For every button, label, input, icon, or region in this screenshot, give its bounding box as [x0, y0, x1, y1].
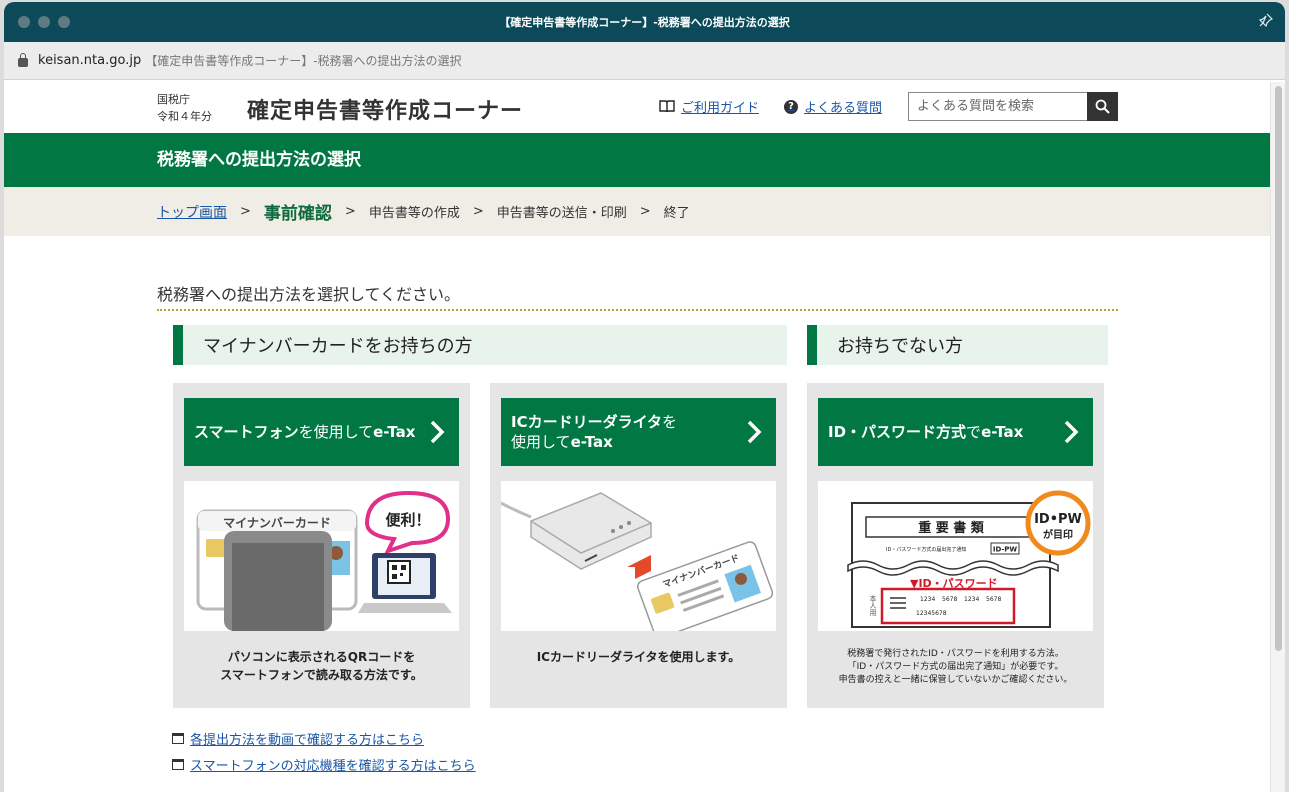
bubble-text: 便利！: [385, 511, 430, 529]
document-id-value: 5678: [986, 596, 1001, 603]
document-id-value: 5678: [942, 596, 957, 603]
video-guide-link[interactable]: 各提出方法を動画で確認する方はこちら: [172, 729, 424, 748]
zoom-window-button[interactable]: [58, 16, 70, 28]
title-bar: 【確定申告書等作成コーナー】-税務署への提出方法の選択: [4, 2, 1285, 42]
breadcrumb-separator: >: [639, 204, 651, 219]
chevron-right-icon: [430, 420, 445, 444]
button-label: スマートフォンを使用してe-Tax: [194, 423, 416, 441]
document-heading: 重 要 書 類: [918, 520, 985, 536]
breadcrumb-step: 申告書等の送信・印刷: [496, 206, 627, 221]
document-id-value: 1234: [920, 596, 935, 603]
scrollbar-thumb[interactable]: [1275, 86, 1282, 651]
dotted-divider: [157, 309, 1118, 311]
document-id-value: 12345678: [916, 610, 947, 617]
agency-name: 国税庁: [157, 93, 190, 106]
book-icon: [659, 100, 675, 113]
guide-link[interactable]: ご利用ガイド: [659, 97, 759, 116]
faq-link[interactable]: ? よくある質問: [784, 97, 882, 116]
breadcrumb-separator: >: [240, 204, 251, 219]
document-subtitle: ID・パスワード方式の届出完了通知: [886, 546, 966, 553]
ic-card-reader-etax-card: ICカードリーダライタを 使用してe-Tax マイナンバーカード ICカードリー…: [490, 383, 787, 708]
browser-window: 【確定申告書等作成コーナー】-税務署への提出方法の選択 keisan.nta.g…: [4, 2, 1285, 792]
new-window-icon: [172, 759, 184, 770]
id-password-etax-card: ID・パスワード方式でe-Tax 重 要 書 類 ID・パスワード方式の届出完了…: [807, 383, 1104, 708]
agency-info: 国税庁 令和４年分: [157, 91, 212, 125]
card-label-text: マイナンバーカード: [223, 516, 331, 530]
smartphone-etax-card: スマートフォンを使用してe-Tax マイナンバーカード 便利！ パソコンに表示さ…: [173, 383, 470, 708]
breadcrumb: トップ画面 > 事前確認 > 申告書等の作成 > 申告書等の送信・印刷 > 終了: [4, 187, 1270, 236]
section-heading-with-card: マイナンバーカードをお持ちの方: [173, 325, 787, 365]
close-window-button[interactable]: [18, 16, 30, 28]
breadcrumb-current-step: 事前確認: [263, 204, 332, 224]
section-heading-label: マイナンバーカードをお持ちの方: [203, 336, 473, 357]
breadcrumb-step: 終了: [663, 206, 690, 221]
section-accent-bar: [173, 325, 183, 365]
section-accent-bar: [807, 325, 817, 365]
tax-year: 令和４年分: [157, 110, 212, 123]
button-label: ICカードリーダライタを 使用してe-Tax: [511, 413, 678, 451]
smartphone-illustration: マイナンバーカード 便利！: [184, 481, 459, 631]
document-id-value: 1234: [964, 596, 979, 603]
site-header: 国税庁 令和４年分 確定申告書等作成コーナー ご利用ガイド ? よくある質問: [4, 82, 1270, 133]
button-label: ID・パスワード方式でe-Tax: [828, 423, 1024, 441]
ic-card-reader-etax-button[interactable]: ICカードリーダライタを 使用してe-Tax: [501, 398, 776, 466]
site-title[interactable]: 確定申告書等作成コーナー: [247, 93, 523, 125]
stamp-text: ID•PW: [1034, 512, 1082, 527]
section-heading-without-card: お持ちでない方: [807, 325, 1108, 365]
breadcrumb-separator: >: [344, 204, 356, 219]
page-heading-band: 税務署への提出方法の選択: [4, 133, 1270, 187]
minimize-window-button[interactable]: [38, 16, 50, 28]
id-password-etax-button[interactable]: ID・パスワード方式でe-Tax: [818, 398, 1093, 466]
breadcrumb-separator: >: [472, 204, 484, 219]
window-controls: [18, 16, 70, 28]
smartphone-etax-button[interactable]: スマートフォンを使用してe-Tax: [184, 398, 459, 466]
search-icon: [1095, 99, 1110, 114]
faq-search-input[interactable]: [908, 92, 1088, 121]
page-viewport: 国税庁 令和４年分 確定申告書等作成コーナー ご利用ガイド ? よくある質問 税…: [4, 82, 1270, 792]
chevron-right-icon: [1064, 420, 1079, 444]
breadcrumb-home-link[interactable]: トップ画面: [157, 202, 227, 222]
document-idpw-tag: ID-PW: [993, 546, 1018, 554]
supported-devices-link[interactable]: スマートフォンの対応機種を確認する方はこちら: [172, 755, 476, 774]
pin-icon[interactable]: [1258, 13, 1274, 31]
id-password-illustration: 重 要 書 類 ID・パスワード方式の届出完了通知 ID-PW ▼ID・パスワー…: [818, 481, 1093, 631]
chevron-right-icon: [747, 420, 762, 444]
smartphone-description: パソコンに表示されるQRコードを スマートフォンで読み取る方法です。: [220, 650, 423, 682]
new-window-icon: [172, 733, 184, 744]
instruction-text: 税務署への提出方法を選択してください。: [157, 285, 461, 304]
address-bar[interactable]: keisan.nta.go.jp 【確定申告書等作成コーナー】-税務署への提出方…: [4, 42, 1285, 80]
id-password-description: 税務署で発行されたID・パスワードを利用する方法。 「ID・パスワード方式の届出…: [838, 649, 1073, 685]
url-page-title: 【確定申告書等作成コーナー】-税務署への提出方法の選択: [145, 54, 462, 68]
document-vertical-label: 本人用: [869, 594, 877, 617]
lock-icon: [18, 53, 28, 67]
vertical-scrollbar[interactable]: [1270, 82, 1285, 792]
faq-link-label: よくある質問: [804, 101, 883, 116]
guide-link-label: ご利用ガイド: [681, 101, 760, 116]
ic-card-reader-description: ICカードリーダライタを使用します。: [536, 650, 741, 664]
question-icon: ?: [784, 99, 798, 114]
search-button[interactable]: [1087, 92, 1118, 121]
window-title: 【確定申告書等作成コーナー】-税務署への提出方法の選択: [499, 16, 790, 29]
card-reader-illustration: マイナンバーカード: [501, 481, 776, 631]
url-host: keisan.nta.go.jp: [38, 53, 142, 68]
breadcrumb-step: 申告書等の作成: [368, 206, 460, 221]
stamp-text: が目印: [1043, 528, 1073, 541]
section-heading-label: お持ちでない方: [837, 336, 963, 357]
main-content: 税務署への提出方法を選択してください。 マイナンバーカードをお持ちの方 お持ちで…: [4, 236, 1270, 792]
